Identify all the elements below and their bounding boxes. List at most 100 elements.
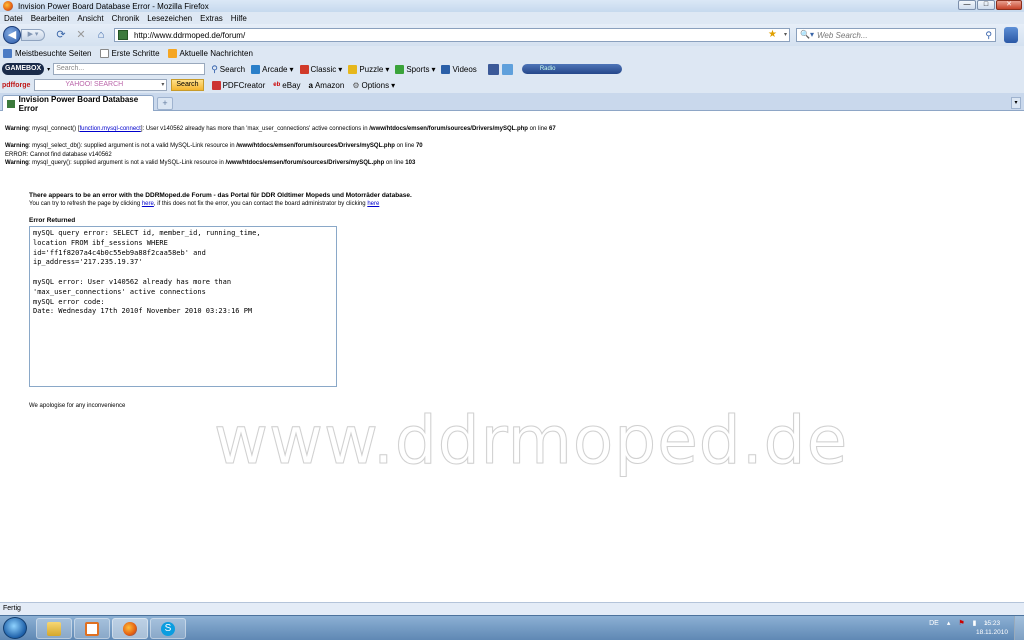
puzzle-icon <box>348 64 358 74</box>
facebook-icon[interactable] <box>487 63 499 75</box>
site-identity-icon[interactable] <box>118 30 128 40</box>
web-search-placeholder[interactable]: Web Search... <box>817 31 868 40</box>
ebay-button[interactable]: eb eBay <box>273 81 300 90</box>
amazon-button[interactable]: a Amazon <box>309 81 345 90</box>
taskbar-firefox[interactable] <box>112 618 148 639</box>
taskbar-explorer[interactable] <box>36 618 72 639</box>
warning-line-3: Warning: mysql_query(): supplied argumen… <box>5 160 416 166</box>
menu-bearbeiten[interactable]: Bearbeiten <box>31 14 70 23</box>
taskbar: S DE ▴ ⚑ ▮ ♪ 15:23 18.11.2010 <box>0 615 1024 640</box>
pdfcreator-icon <box>211 80 221 90</box>
gamebox-dropdown-icon[interactable]: ▾ <box>47 66 50 73</box>
new-tab-button[interactable]: + <box>157 97 173 110</box>
taskbar-media-player[interactable] <box>74 618 110 639</box>
home-icon[interactable]: ⌂ <box>94 28 108 42</box>
status-bar: Fertig <box>0 602 1024 615</box>
gamebox-arcade[interactable]: Arcade ▾ <box>251 64 294 74</box>
url-text[interactable]: http://www.ddrmoped.de/forum/ <box>134 31 245 40</box>
gamebox-search-button[interactable]: ⚲ Search <box>211 64 245 75</box>
search-icon[interactable]: ⚲ <box>985 29 992 41</box>
contact-admin-link[interactable]: here <box>367 201 379 207</box>
menu-datei[interactable]: Datei <box>4 14 23 23</box>
bookmark-star-icon[interactable]: ★ <box>768 29 777 41</box>
gamebox-search-input[interactable]: Search... <box>53 63 206 75</box>
pdfforge-logo[interactable]: pdfforge <box>2 82 30 89</box>
clock[interactable]: 15:23 18.11.2010 <box>974 619 1010 637</box>
tab-strip: Invision Power Board Database Error + ▾ <box>0 93 1024 113</box>
url-dropdown-icon[interactable]: ▾ <box>784 29 787 41</box>
menu-extras[interactable]: Extras <box>200 14 223 23</box>
error-returned-label: Error Returned <box>29 217 76 224</box>
apology-text: We apologise for any inconvenience <box>29 403 126 409</box>
watermark: www.ddrmoped.de <box>213 402 849 480</box>
gamebox-puzzle[interactable]: Puzzle ▾ <box>348 64 389 74</box>
menu-bar: Datei Bearbeiten Ansicht Chronik Lesezei… <box>0 12 1024 24</box>
gamebox-sports[interactable]: Sports ▾ <box>395 64 435 74</box>
refresh-link[interactable]: here <box>142 201 154 207</box>
search-icon: ⚲ <box>211 63 218 74</box>
url-bar[interactable]: http://www.ddrmoped.de/forum/ ★ ▾ <box>114 28 790 42</box>
error-line: ERROR: Cannot find database v140562 <box>5 152 112 158</box>
bookmark-erste-schritte[interactable]: Erste Schritte <box>99 49 160 58</box>
back-icon[interactable]: ◀ <box>3 26 21 44</box>
rss-icon <box>167 49 177 58</box>
warning-line-2: Warning: mysql_select_db(): supplied arg… <box>5 143 423 149</box>
menu-hilfe[interactable]: Hilfe <box>231 14 247 23</box>
reload-icon[interactable]: ⟳ <box>54 28 68 42</box>
search-engine-icon[interactable]: 🔍▾ <box>797 29 817 41</box>
forward-icon[interactable]: ▶ ▾ <box>21 29 45 41</box>
clock-time: 15:23 <box>983 620 1001 627</box>
error-heading: There appears to be an error with the DD… <box>29 192 412 199</box>
firefox-icon <box>3 1 13 11</box>
amazon-icon: a <box>308 80 313 90</box>
stop-icon[interactable]: ✕ <box>74 28 88 42</box>
tab-label[interactable]: Invision Power Board Database Error <box>19 95 153 113</box>
gamebox-classic[interactable]: Classic ▾ <box>299 64 342 74</box>
yahoo-search-input[interactable]: YAHOO! SEARCH ▾ <box>34 79 168 91</box>
taskbar-skype[interactable]: S <box>150 618 186 639</box>
close-button[interactable]: ✕ <box>996 0 1022 10</box>
error-subtext: You can try to refresh the page by click… <box>29 201 380 207</box>
bookmark-meistbesuchte[interactable]: Meistbesuchte Seiten <box>3 49 92 58</box>
show-desktop-button[interactable] <box>1014 616 1024 640</box>
window-controls: — □ ✕ <box>958 0 1022 10</box>
bookmark-folder-icon <box>3 49 12 58</box>
gamebox-videos[interactable]: Videos <box>441 64 477 74</box>
ebay-icon: eb <box>273 82 281 88</box>
firefox-icon <box>123 621 137 636</box>
window-titlebar: Invision Power Board Database Error - Mo… <box>0 0 1024 12</box>
action-center-icon[interactable]: ⚑ <box>958 619 964 627</box>
yahoo-dropdown-icon[interactable]: ▾ <box>161 80 164 90</box>
warning-line-1: Warning: mysql_connect() [function.mysql… <box>5 126 556 132</box>
menu-lesezeichen[interactable]: Lesezeichen <box>147 14 192 23</box>
arcade-icon <box>251 64 261 74</box>
window-title: Invision Power Board Database Error - Mo… <box>18 1 209 11</box>
error-textarea[interactable]: mySQL query error: SELECT id, member_id,… <box>29 226 337 387</box>
classic-icon <box>299 64 309 74</box>
maximize-button[interactable]: □ <box>977 0 995 10</box>
tab-active[interactable]: Invision Power Board Database Error <box>2 95 154 113</box>
options-button[interactable]: ⚙ Options ▾ <box>352 81 395 90</box>
mysql-connect-link[interactable]: function.mysql-connect <box>79 126 140 132</box>
menu-chronik[interactable]: Chronik <box>112 14 140 23</box>
language-indicator[interactable]: DE <box>929 620 939 627</box>
videos-icon <box>441 64 451 74</box>
pdfcreator-button[interactable]: PDFCreator <box>211 80 265 90</box>
bookmark-nachrichten[interactable]: Aktuelle Nachrichten <box>167 49 253 58</box>
radio-player[interactable]: Radio <box>521 64 622 74</box>
minimize-button[interactable]: — <box>958 0 976 10</box>
page-icon <box>99 49 109 58</box>
menu-ansicht[interactable]: Ansicht <box>77 14 103 23</box>
navigation-toolbar: ◀ ▶ ▾ ⟳ ✕ ⌂ http://www.ddrmoped.de/forum… <box>0 24 1024 46</box>
media-player-icon <box>85 621 99 636</box>
yahoo-search-button[interactable]: Search <box>171 79 204 91</box>
pdfforge-toolbar: pdfforge YAHOO! SEARCH ▾ Search PDFCreat… <box>0 77 1024 93</box>
addon-icon[interactable] <box>1004 27 1018 43</box>
gamebox-logo[interactable]: GAMEBOX <box>2 63 45 75</box>
sports-icon <box>395 64 405 74</box>
start-button[interactable] <box>3 617 27 639</box>
tray-expand-icon[interactable]: ▴ <box>947 619 951 627</box>
tab-list-icon[interactable]: ▾ <box>1011 97 1021 109</box>
web-search-bar[interactable]: 🔍▾ Web Search... ⚲ <box>796 28 996 42</box>
twitter-icon[interactable] <box>501 63 513 75</box>
